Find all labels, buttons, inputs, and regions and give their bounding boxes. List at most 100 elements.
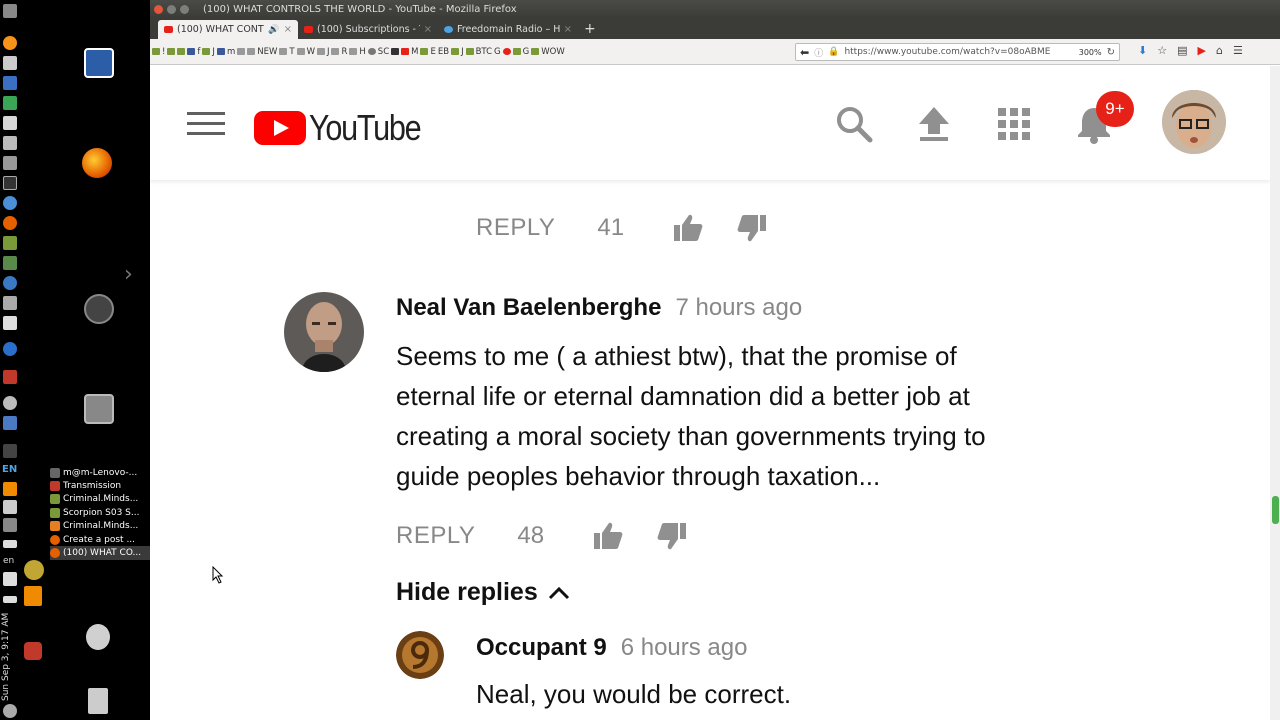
keyboard-layout-indicator[interactable]: EN — [2, 464, 17, 475]
apps-icon[interactable] — [3, 116, 17, 130]
reply-author[interactable]: Occupant 9 — [476, 634, 607, 662]
disk-icon[interactable] — [3, 396, 17, 410]
bookmark-item[interactable]: SC — [367, 47, 389, 57]
tab-subscriptions[interactable]: (100) Subscriptions - Y × — [298, 20, 438, 39]
notification-count-badge[interactable]: 9+ — [1096, 91, 1134, 127]
bookmark-item[interactable]: M — [391, 47, 418, 57]
thumbs-up-icon[interactable] — [592, 520, 624, 552]
dogecoin-icon[interactable] — [24, 560, 44, 580]
close-tab-icon[interactable]: × — [564, 24, 572, 35]
download-icon[interactable]: ⬇ — [1138, 44, 1147, 57]
filezilla-desktop-icon[interactable] — [24, 642, 42, 660]
task-item[interactable]: m@m-Lenovo-... — [50, 466, 150, 479]
bookmark-item[interactable]: R — [331, 47, 347, 57]
battery-status-icon[interactable] — [3, 596, 17, 603]
reply-button[interactable]: REPLY — [396, 522, 475, 550]
system-clock[interactable]: Sun Sep 3, 9:17 AM — [1, 612, 19, 702]
window-icon[interactable] — [3, 416, 17, 430]
hamburger-menu-icon[interactable]: ☰ — [1233, 44, 1243, 57]
info-icon[interactable]: ⓘ — [814, 46, 823, 59]
apps-grid-icon[interactable] — [994, 104, 1034, 144]
hide-replies-button[interactable]: Hide replies — [396, 578, 570, 607]
bookmark-item[interactable]: BTC — [465, 47, 492, 57]
account-avatar[interactable] — [1162, 90, 1226, 154]
terminal-icon[interactable] — [3, 176, 17, 190]
task-item[interactable]: Transmission — [50, 479, 150, 492]
commenter-avatar[interactable] — [284, 292, 364, 372]
bookmark-item[interactable] — [237, 48, 256, 55]
settings-icon[interactable] — [3, 156, 17, 170]
atom-icon[interactable] — [3, 342, 17, 356]
bookmark-item[interactable]: NEW — [257, 47, 277, 57]
usb-icon[interactable] — [3, 500, 17, 514]
bookmark-item[interactable]: H — [349, 47, 366, 57]
bookmark-item[interactable]: ! — [152, 47, 165, 57]
text-editor-icon[interactable] — [3, 56, 17, 70]
youtube-extension-icon[interactable]: ▶ — [1198, 44, 1206, 57]
volume-icon[interactable] — [3, 572, 17, 586]
app-desktop-icon[interactable] — [84, 294, 114, 324]
battery-icon[interactable] — [3, 540, 17, 548]
input-language-indicator[interactable]: en — [3, 556, 14, 566]
tab-youtube-video[interactable]: (100) WHAT CONTR 🔊 × — [158, 20, 298, 39]
tab-freedomain[interactable]: Freedomain Radio – H × — [438, 20, 578, 39]
youtube-logo[interactable]: YouTube — [254, 107, 440, 149]
bluetooth-icon[interactable] — [3, 444, 17, 458]
archive-desktop-icon[interactable] — [84, 394, 114, 424]
maximize-window-button[interactable] — [180, 4, 189, 14]
task-item[interactable]: Create a post ... — [50, 533, 150, 546]
bookmark-item[interactable] — [167, 48, 186, 55]
bookmark-item[interactable]: T — [279, 47, 295, 57]
speaker-icon[interactable]: 🔊 — [268, 25, 279, 35]
search-icon[interactable] — [834, 104, 874, 144]
task-item[interactable]: Criminal.Minds... — [50, 520, 150, 533]
minimize-window-button[interactable] — [167, 4, 176, 14]
close-window-button[interactable] — [154, 4, 163, 14]
bookmark-item[interactable]: E — [420, 47, 436, 57]
bookmark-item[interactable]: J — [451, 47, 464, 57]
gear-icon[interactable] — [3, 296, 17, 310]
vlc-icon[interactable] — [3, 482, 17, 496]
guide-menu-button[interactable] — [187, 112, 225, 136]
bookmark-item[interactable]: EB — [438, 47, 449, 57]
thumbs-down-icon[interactable] — [656, 520, 688, 552]
comment-timestamp[interactable]: 7 hours ago — [675, 294, 802, 322]
power-icon[interactable] — [3, 704, 17, 718]
new-tab-button[interactable]: + — [584, 21, 596, 37]
upload-icon[interactable] — [914, 104, 954, 144]
page-scrollbar[interactable] — [1270, 66, 1280, 720]
comment-author[interactable]: Neal Van Baelenberghe — [396, 294, 661, 322]
ubuntu-icon[interactable] — [3, 4, 17, 18]
bitcoin-icon[interactable] — [3, 36, 17, 50]
thumbs-down-icon[interactable] — [736, 212, 768, 244]
reading-list-icon[interactable]: ▤ — [1177, 44, 1187, 57]
home-icon[interactable]: ⌂ — [1216, 44, 1223, 57]
bookmark-item[interactable]: J — [316, 47, 329, 57]
bookmark-item[interactable]: W — [296, 47, 315, 57]
url-bar[interactable]: ⬅ ⓘ 🔒 https://www.youtube.com/watch?v=08… — [795, 43, 1120, 61]
zoom-level-badge[interactable]: 300% — [1079, 48, 1102, 57]
task-item[interactable]: Criminal.Minds... — [50, 493, 150, 506]
trash-icon[interactable] — [88, 688, 108, 714]
bookmark-item[interactable]: m — [216, 47, 235, 57]
firefox-desktop-icon[interactable] — [82, 148, 112, 178]
image-icon[interactable] — [3, 256, 17, 270]
reply-author-avatar[interactable] — [396, 631, 444, 679]
lock-icon[interactable]: 🔒 — [828, 47, 839, 57]
calendar-icon[interactable] — [3, 76, 17, 90]
bookmark-item[interactable]: f — [187, 47, 200, 57]
document-desktop-icon[interactable] — [84, 48, 114, 78]
reload-icon[interactable]: ↻ — [1107, 47, 1119, 58]
chevron-right-icon[interactable]: › — [124, 262, 140, 287]
user-switch-icon[interactable] — [86, 624, 110, 650]
screen-icon[interactable] — [3, 316, 17, 330]
task-item[interactable]: (100) WHAT CO... — [50, 546, 150, 560]
browser-icon[interactable] — [3, 196, 17, 210]
folder-icon[interactable] — [3, 136, 17, 150]
bookmark-item[interactable]: J — [202, 47, 215, 57]
close-tab-icon[interactable]: × — [424, 24, 432, 35]
filezilla-icon[interactable] — [3, 370, 17, 384]
thumbs-up-icon[interactable] — [672, 212, 704, 244]
back-icon[interactable]: ⬅ — [800, 46, 809, 59]
bookmark-star-icon[interactable]: ☆ — [1157, 44, 1167, 57]
